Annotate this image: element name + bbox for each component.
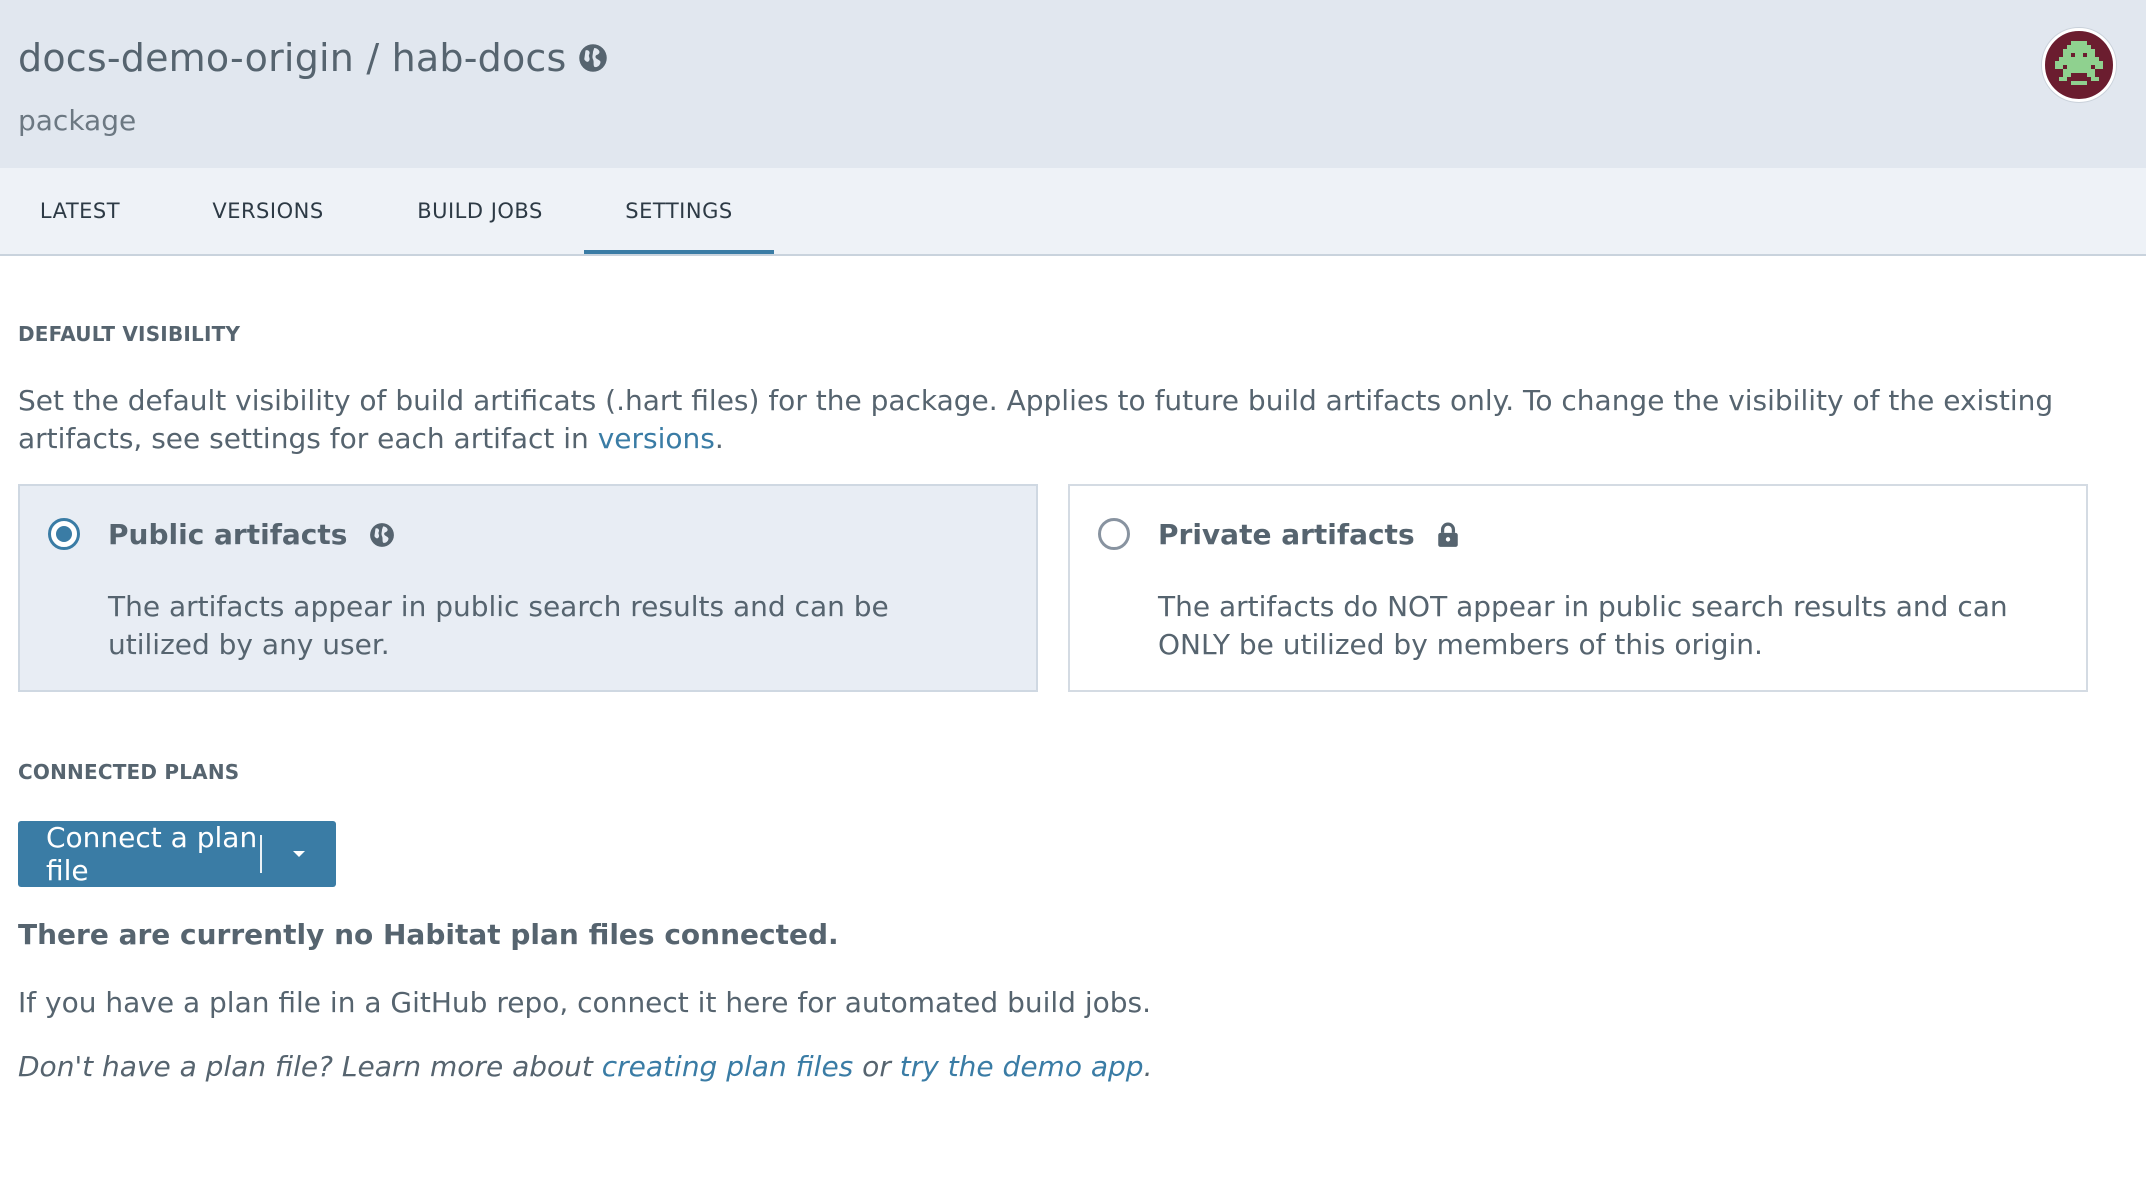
tab-latest[interactable]: LATEST bbox=[0, 168, 160, 254]
learn-more-prefix: Don't have a plan file? Learn more about bbox=[18, 1050, 602, 1083]
learn-more-suffix: . bbox=[1143, 1050, 1153, 1083]
visibility-options: Public artifacts The artifacts appear in… bbox=[18, 484, 2088, 692]
title-row: docs-demo-origin / hab-docs bbox=[18, 36, 608, 80]
public-option-label: Public artifacts bbox=[108, 518, 348, 551]
lock-icon bbox=[1437, 522, 1459, 548]
tab-versions[interactable]: VERSIONS bbox=[160, 168, 376, 254]
no-plans-message: There are currently no Habitat plan file… bbox=[18, 918, 839, 951]
connect-plan-button-label: Connect a plan file bbox=[46, 821, 258, 887]
private-radio[interactable] bbox=[1098, 518, 1130, 550]
globe-icon bbox=[578, 43, 608, 73]
creating-plan-files-link[interactable]: creating plan files bbox=[602, 1050, 854, 1083]
private-option-label: Private artifacts bbox=[1158, 518, 1415, 551]
avatar[interactable] bbox=[2042, 28, 2116, 102]
tab-bar: LATEST VERSIONS BUILD JOBS SETTINGS bbox=[0, 168, 2146, 256]
learn-more-text: Don't have a plan file? Learn more about… bbox=[18, 1050, 1152, 1083]
tab-build-jobs[interactable]: BUILD JOBS bbox=[376, 168, 584, 254]
connected-plans-heading: CONNECTED PLANS bbox=[18, 760, 240, 784]
page-header: docs-demo-origin / hab-docs package bbox=[0, 0, 2146, 168]
demo-app-link[interactable]: try the demo app bbox=[900, 1050, 1144, 1083]
public-artifacts-option[interactable]: Public artifacts The artifacts appear in… bbox=[18, 484, 1038, 692]
private-artifacts-option[interactable]: Private artifacts The artifacts do NOT a… bbox=[1068, 484, 2088, 692]
visibility-description-text: Set the default visibility of build arti… bbox=[18, 384, 2054, 455]
default-visibility-heading: DEFAULT VISIBILITY bbox=[18, 322, 241, 346]
button-divider bbox=[260, 835, 262, 873]
public-radio[interactable] bbox=[48, 518, 80, 550]
versions-link[interactable]: versions bbox=[598, 422, 715, 455]
private-option-description: The artifacts do NOT appear in public se… bbox=[1158, 590, 2008, 661]
visibility-description: Set the default visibility of build arti… bbox=[18, 382, 2078, 458]
learn-more-middle: or bbox=[853, 1050, 900, 1083]
public-option-description: The artifacts appear in public search re… bbox=[108, 590, 889, 661]
pixel-invader-avatar-icon bbox=[2051, 37, 2107, 93]
connect-plan-button[interactable]: Connect a plan file bbox=[18, 821, 336, 887]
globe-icon bbox=[369, 522, 395, 548]
plan-hint-text: If you have a plan file in a GitHub repo… bbox=[18, 986, 1151, 1019]
page-subtitle: package bbox=[18, 104, 137, 137]
visibility-description-suffix: . bbox=[714, 422, 724, 455]
public-option-title: Public artifacts bbox=[108, 518, 395, 551]
page-title: docs-demo-origin / hab-docs bbox=[18, 36, 567, 80]
private-option-title: Private artifacts bbox=[1158, 518, 1459, 551]
tab-settings[interactable]: SETTINGS bbox=[584, 168, 774, 254]
chevron-down-icon[interactable] bbox=[262, 821, 336, 887]
